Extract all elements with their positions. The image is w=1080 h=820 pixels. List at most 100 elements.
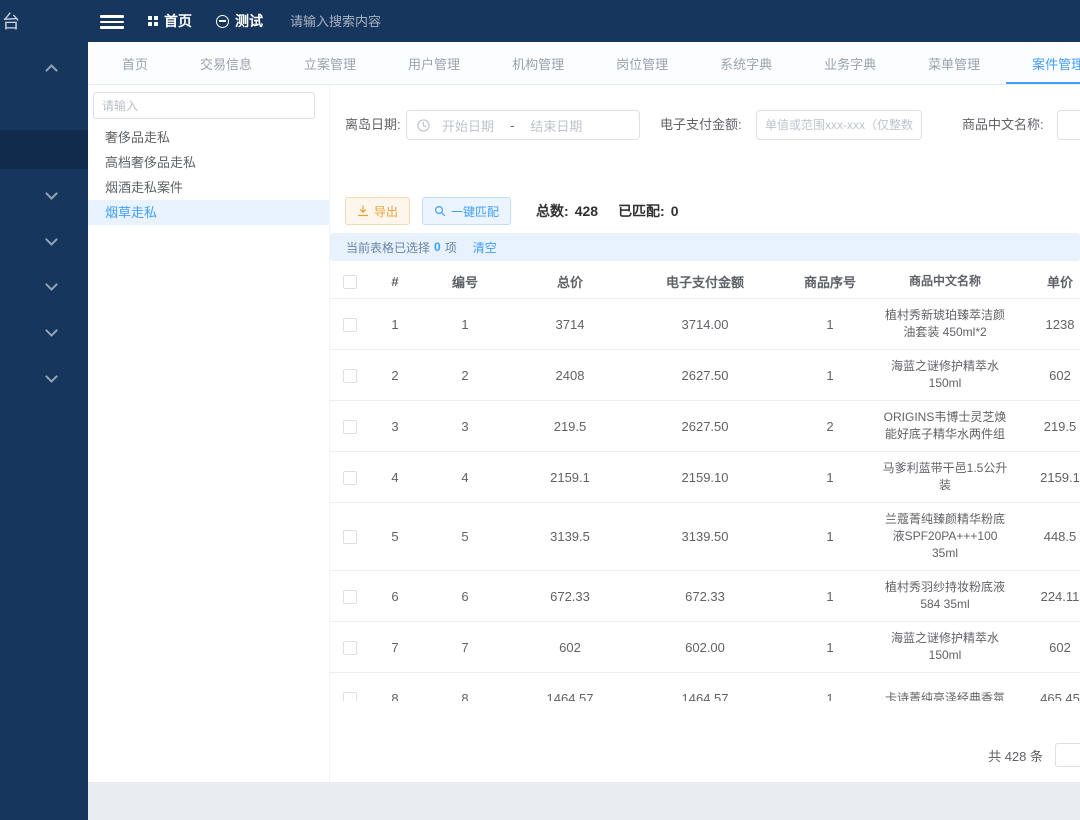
logo-text-fragment: 台 xyxy=(2,8,20,34)
row-checkbox[interactable] xyxy=(343,471,357,485)
case-type-search-input[interactable] xyxy=(93,92,315,119)
cell-product-name: 海蓝之谜修护精萃水 150ml xyxy=(880,358,1010,392)
col-unit-price: 单价 xyxy=(1010,272,1080,291)
tab[interactable]: 系统字典 xyxy=(694,42,798,84)
table-row: 1 1 3714 3714.00 1 植村秀新琥珀臻萃洁颜油套装 450ml*2… xyxy=(330,299,1080,350)
case-type-panel: 奢侈品走私 高档奢侈品走私 烟酒走私案件 烟草走私 xyxy=(88,85,330,782)
chevron-down-icon[interactable] xyxy=(45,187,58,200)
selection-info-bar: 当前表格已选择 0 项 清空 xyxy=(330,233,1080,261)
cell-unit-price: 602 xyxy=(1010,640,1080,655)
cell-code: 6 xyxy=(420,589,510,604)
cell-product-seq: 1 xyxy=(780,317,880,332)
case-type-label: 高档奢侈品走私 xyxy=(105,155,196,170)
case-type-item[interactable]: 烟草走私 xyxy=(88,200,329,225)
cell-code: 8 xyxy=(420,691,510,702)
tab[interactable]: 业务字典 xyxy=(798,42,902,84)
chevron-up-icon[interactable] xyxy=(45,64,58,77)
main-panel: 离岛日期: 开始日期 - 结束日期 电子支付金额: 商品中文名称: 导出 xyxy=(330,85,1080,782)
col-index: # xyxy=(370,274,420,289)
selection-count: 0 xyxy=(434,240,441,254)
select-all-checkbox[interactable] xyxy=(343,275,357,289)
case-type-item[interactable]: 高档奢侈品走私 xyxy=(88,150,329,175)
tab-label: 立案管理 xyxy=(304,54,356,73)
sidebar xyxy=(0,42,88,820)
matched-value: 0 xyxy=(671,203,679,219)
search-icon xyxy=(434,205,446,217)
table-row: 3 3 219.5 2627.50 2 ORIGINS韦博士灵芝焕能好底子精华水… xyxy=(330,401,1080,452)
export-button[interactable]: 导出 xyxy=(345,197,410,225)
cell-index: 8 xyxy=(370,691,420,702)
nav-home[interactable]: 首页 xyxy=(148,11,192,31)
global-search-input[interactable]: 请输入搜索内容 xyxy=(290,11,381,30)
cell-epay-amount: 2627.50 xyxy=(630,368,780,383)
chevron-down-icon[interactable] xyxy=(45,278,58,291)
tab-label: 首页 xyxy=(122,54,148,73)
start-date-placeholder[interactable]: 开始日期 xyxy=(442,116,494,135)
cell-index: 1 xyxy=(370,317,420,332)
matched-label: 已匹配: xyxy=(618,201,665,221)
row-checkbox[interactable] xyxy=(343,530,357,544)
case-type-item[interactable]: 奢侈品走私 xyxy=(88,125,329,150)
row-checkbox[interactable] xyxy=(343,318,357,332)
tab[interactable]: 案件管理 × xyxy=(1006,42,1080,84)
amount-filter-input[interactable] xyxy=(756,110,922,140)
one-click-match-button[interactable]: 一键匹配 xyxy=(422,197,511,225)
row-checkbox[interactable] xyxy=(343,369,357,383)
cell-product-name: 植村秀新琥珀臻萃洁颜油套装 450ml*2 xyxy=(880,307,1010,341)
page-size-select[interactable] xyxy=(1055,743,1080,767)
row-checkbox[interactable] xyxy=(343,590,357,604)
cell-product-seq: 1 xyxy=(780,368,880,383)
col-code: 编号 xyxy=(420,272,510,291)
tab-label: 案件管理 xyxy=(1032,54,1080,73)
cell-unit-price: 1238 xyxy=(1010,317,1080,332)
selection-prefix: 当前表格已选择 xyxy=(346,239,430,256)
cell-epay-amount: 672.33 xyxy=(630,589,780,604)
selection-suffix: 项 xyxy=(445,239,457,256)
chevron-down-icon[interactable] xyxy=(45,324,58,337)
chevron-down-icon[interactable] xyxy=(45,370,58,383)
cell-index: 6 xyxy=(370,589,420,604)
cell-product-seq: 1 xyxy=(780,640,880,655)
hamburger-menu-icon[interactable] xyxy=(100,12,124,30)
tab[interactable]: 立案管理 xyxy=(278,42,382,84)
tab[interactable]: 机构管理 xyxy=(486,42,590,84)
date-range-picker[interactable]: 开始日期 - 结束日期 xyxy=(406,110,640,140)
sidebar-selected-item[interactable] xyxy=(0,130,88,169)
table-row: 2 2 2408 2627.50 1 海蓝之谜修护精萃水 150ml 602 xyxy=(330,350,1080,401)
cell-total-price: 672.33 xyxy=(510,589,630,604)
end-date-placeholder[interactable]: 结束日期 xyxy=(530,116,582,135)
cell-code: 4 xyxy=(420,470,510,485)
tab[interactable]: 交易信息 xyxy=(174,42,278,84)
nav-test[interactable]: 测试 xyxy=(216,11,263,31)
tab[interactable]: 岗位管理 xyxy=(590,42,694,84)
tab-label: 系统字典 xyxy=(720,54,772,73)
row-checkbox[interactable] xyxy=(343,420,357,434)
row-checkbox[interactable] xyxy=(343,641,357,655)
tab[interactable]: 菜单管理 xyxy=(902,42,1006,84)
cell-product-name: 卡诗菁纯亮泽经典香氛 xyxy=(880,690,1010,702)
row-checkbox[interactable] xyxy=(343,692,357,701)
cell-total-price: 2159.1 xyxy=(510,470,630,485)
toolbar: 导出 一键匹配 总数: 428 已匹配: 0 xyxy=(330,197,1080,225)
tab-label: 交易信息 xyxy=(200,54,252,73)
cell-product-name: 植村秀羽纱持妆粉底液 584 35ml xyxy=(880,579,1010,613)
case-type-item[interactable]: 烟酒走私案件 xyxy=(88,175,329,200)
date-filter-label: 离岛日期: xyxy=(345,110,401,140)
product-name-filter-input[interactable] xyxy=(1057,110,1080,140)
cell-code: 1 xyxy=(420,317,510,332)
tab[interactable]: 首页 xyxy=(96,42,174,84)
table-row: 8 8 1464.57 1464.57 1 卡诗菁纯亮泽经典香氛 465.45 xyxy=(330,673,1080,701)
total-label: 总数: xyxy=(536,201,569,221)
chevron-down-icon[interactable] xyxy=(45,233,58,246)
tab-bar: 首页 交易信息 立案管理 用户管理 机构管理 xyxy=(88,42,1080,85)
cell-product-seq: 2 xyxy=(780,419,880,434)
clear-selection-link[interactable]: 清空 xyxy=(473,239,497,256)
table-row: 4 4 2159.1 2159.10 1 马爹利蓝带干邑1.5公升装 2159.… xyxy=(330,452,1080,503)
col-product-name: 商品中文名称 xyxy=(880,273,1010,290)
cell-product-seq: 1 xyxy=(780,691,880,702)
cell-index: 4 xyxy=(370,470,420,485)
tab-label: 岗位管理 xyxy=(616,54,668,73)
pagination: 共 428 条 xyxy=(330,743,1080,767)
tab[interactable]: 用户管理 xyxy=(382,42,486,84)
cell-product-seq: 1 xyxy=(780,589,880,604)
